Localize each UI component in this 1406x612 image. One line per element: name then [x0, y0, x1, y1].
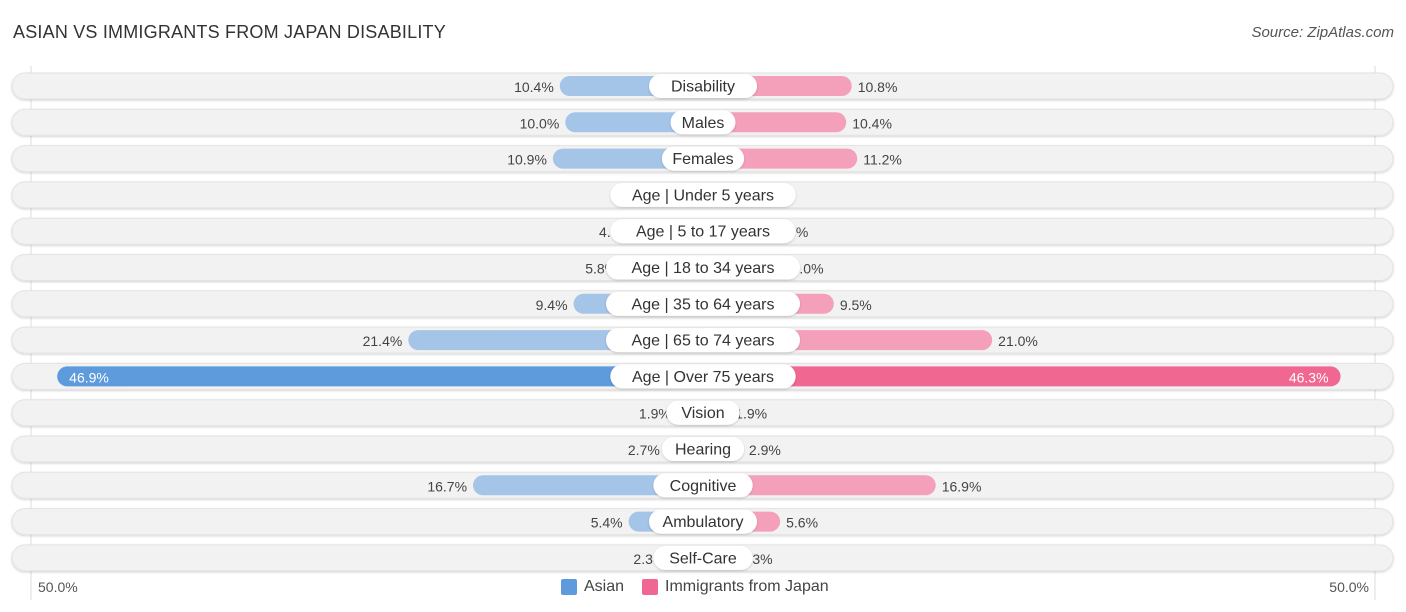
category-label: Age | Over 75 years	[632, 369, 774, 386]
axis-left-label: 50.0%	[38, 579, 78, 595]
chart-row: 4.8%4.9%Age | 5 to 17 years	[11, 217, 1394, 245]
value-label-asian: 16.7%	[427, 478, 467, 494]
value-label-japan: 1.9%	[735, 406, 767, 422]
value-label-japan: 16.9%	[942, 478, 982, 494]
category-label: Age | 35 to 64 years	[632, 296, 775, 313]
legend-swatch-japan	[642, 579, 659, 595]
legend-label-asian: Asian	[584, 578, 625, 595]
value-label-japan: 9.5%	[840, 297, 872, 313]
chart-row: 1.1%1.1%Age | Under 5 years	[11, 181, 1394, 209]
value-label-asian: 10.4%	[514, 79, 554, 95]
category-label: Disability	[671, 79, 735, 96]
value-label-asian: 9.4%	[536, 297, 568, 313]
category-label: Self-Care	[669, 550, 737, 567]
value-label-japan: 10.4%	[852, 115, 892, 131]
category-label: Age | Under 5 years	[632, 187, 774, 204]
chart-row: 10.9% 11.2% Females	[11, 145, 1394, 173]
value-label-japan: 46.3%	[1289, 369, 1329, 385]
value-label-japan: 11.2%	[863, 152, 902, 168]
chart-row: 5.4% 5.6% Ambulatory	[11, 508, 1394, 536]
chart-row: 46.9% 46.3% Age | Over 75 years	[11, 362, 1394, 390]
category-label: Hearing	[675, 442, 731, 459]
category-label: Age | 65 to 74 years	[632, 333, 775, 350]
chart-row: 2.3% 2.3%Self-Care	[11, 544, 1394, 572]
value-label-japan: 21.0%	[998, 333, 1038, 349]
category-label: Ambulatory	[663, 514, 744, 531]
axis-right-label: 50.0%	[1329, 579, 1369, 595]
value-label-asian: 10.9%	[507, 152, 547, 168]
value-label-asian: 46.9%	[69, 369, 109, 385]
chart-row: 10.4% 10.8% Disability	[11, 72, 1394, 100]
legend-item-asian[interactable]: Asian	[561, 578, 624, 596]
category-label: Age | 5 to 17 years	[636, 224, 770, 241]
legend: Asian Immigrants from Japan	[561, 578, 847, 596]
chart-row: 16.7% 16.9% Cognitive	[11, 471, 1394, 499]
value-label-asian: 1.9%	[639, 406, 671, 422]
value-label-asian: 2.7%	[628, 442, 660, 458]
value-label-japan: 5.6%	[786, 515, 818, 531]
category-label: Vision	[681, 405, 724, 422]
category-label: Age | 18 to 34 years	[632, 260, 775, 277]
value-label-asian: 10.0%	[520, 115, 560, 131]
chart-row: 10.0% 10.4% Males	[11, 108, 1394, 136]
chart-area: 10.4% 10.8% Disability 10.0% 10.4% Males 10.9%…	[11, 66, 1394, 600]
value-label-asian: 5.4%	[591, 515, 623, 531]
category-label: Males	[682, 115, 725, 132]
chart-row: 9.4% 9.5% Age | 35 to 64 years	[11, 290, 1394, 318]
legend-item-japan[interactable]: Immigrants from Japan	[642, 578, 829, 596]
category-label: Females	[672, 151, 733, 168]
chart-row: 1.9% 1.9% Vision	[11, 399, 1394, 427]
chart-row: 21.4% 21.0% Age | 65 to 74 years	[11, 326, 1394, 354]
value-label-asian: 21.4%	[363, 333, 403, 349]
chart-row: 5.8% 6.0%Age | 18 to 34 years	[11, 254, 1394, 281]
chart-row: 2.7% 2.9% Hearing	[11, 435, 1394, 463]
legend-swatch-asian	[561, 579, 577, 595]
category-label: Cognitive	[670, 478, 737, 495]
value-label-japan: 2.9%	[749, 442, 781, 458]
legend-label-japan: Immigrants from Japan	[665, 578, 829, 595]
value-label-japan: 10.8%	[858, 79, 898, 95]
